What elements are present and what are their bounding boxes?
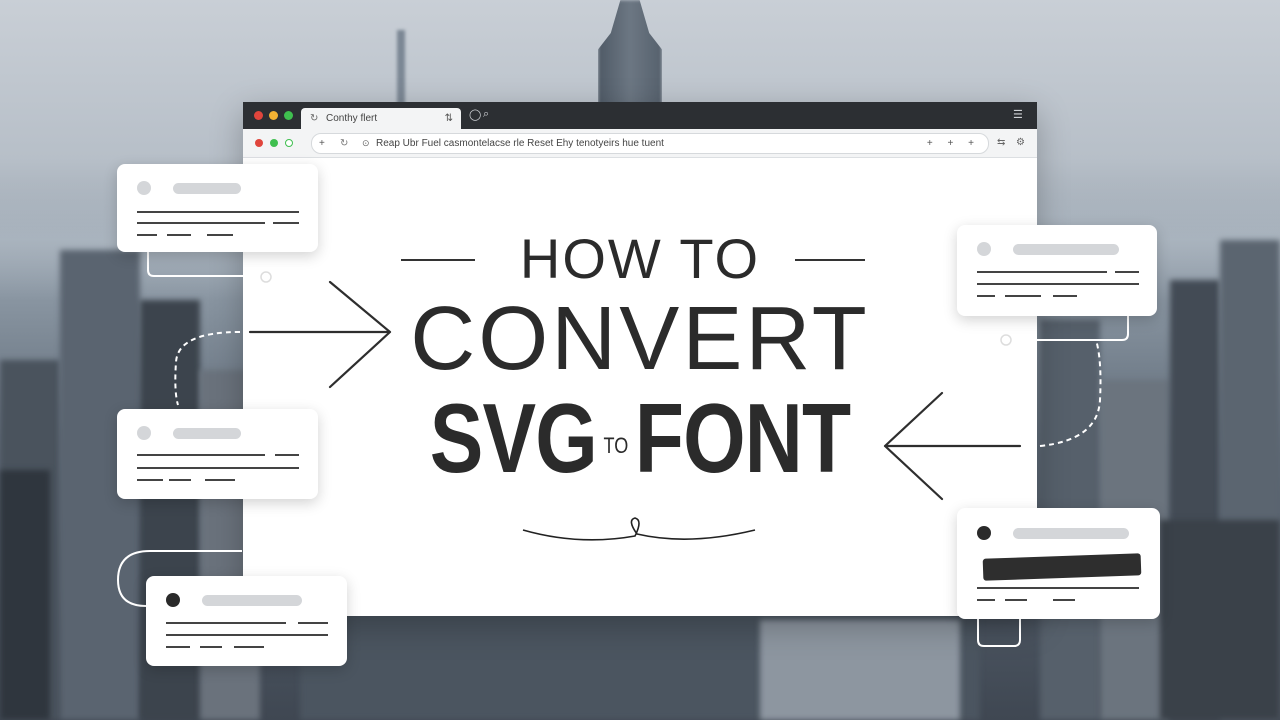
card-title-placeholder [202, 595, 302, 606]
card-title-placeholder [1013, 244, 1119, 255]
card-avatar-placeholder [977, 242, 991, 256]
floating-card-top-left [117, 164, 318, 252]
floating-card-mid-left [117, 409, 318, 499]
card-avatar-placeholder [166, 593, 180, 607]
card-avatar-placeholder [977, 526, 991, 540]
floating-card-bottom-right [957, 508, 1160, 619]
card-highlight-bar [982, 553, 1142, 581]
card-title-placeholder [173, 428, 241, 439]
card-avatar-placeholder [137, 426, 151, 440]
card-title-placeholder [1013, 528, 1129, 539]
floating-card-top-right [957, 225, 1157, 316]
card-avatar-placeholder [137, 181, 151, 195]
card-title-placeholder [173, 183, 241, 194]
floating-card-bottom-left [146, 576, 347, 666]
